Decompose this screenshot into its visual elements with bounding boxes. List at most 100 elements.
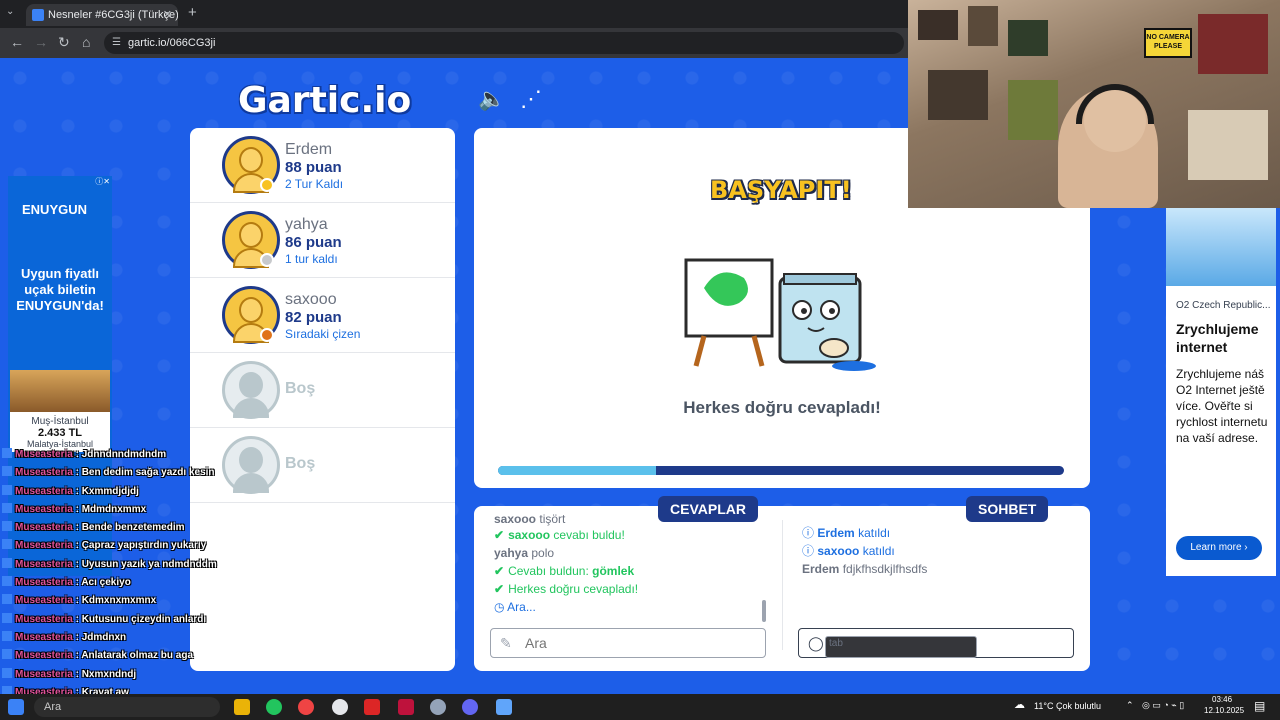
home-icon[interactable]: ⌂ (82, 34, 90, 50)
chat-badge-icon (2, 667, 12, 678)
new-tab-icon[interactable]: + (188, 4, 197, 21)
right-ad-banner[interactable]: O2 Czech Republic... Zrychlujeme interne… (1166, 208, 1276, 576)
stream-chat-message: Museasteria : Acı çekiyo (2, 574, 242, 592)
site-info-icon[interactable]: ☰ (112, 32, 121, 54)
stream-chat-message: Museasteria : Ben dedim sağa yazdı kesin (2, 464, 242, 482)
start-icon[interactable] (8, 699, 24, 715)
chat-badge-icon (2, 521, 12, 532)
check-icon: ✔ (494, 582, 505, 596)
player-row: yahya 86 puan 1 tur kaldı (190, 203, 455, 278)
notepad-icon[interactable] (496, 699, 512, 715)
opera-icon[interactable] (298, 699, 314, 715)
headphones-icon (1076, 84, 1154, 124)
player-score: 86 puan (285, 234, 342, 251)
reload-icon[interactable]: ↻ (58, 34, 70, 51)
answers-list: saxooo tişört ✔ saxooo cevabı buldu! yahy… (494, 514, 764, 616)
chrome-icon[interactable] (266, 699, 282, 715)
chat-badge-icon (2, 649, 12, 660)
round-message: Herkes doğru cevapladı! (683, 398, 881, 417)
tray-icons[interactable]: ◎ ▭ ◔ ⌁ ▯ (1142, 700, 1184, 711)
chat-badge-icon (2, 612, 12, 623)
empty-avatar-icon (222, 361, 280, 419)
chat-badge-icon (2, 630, 12, 641)
obs-icon[interactable] (332, 699, 348, 715)
ad-source: O2 Czech Republic... (1176, 300, 1271, 311)
browser-tab[interactable]: Nesneler #6CG3ji (Türkçe) - Ga ✕ (26, 4, 178, 26)
info-icon: ⓘ (802, 544, 815, 558)
pencil-icon: ✎ (500, 635, 512, 651)
answer-input-field[interactable]: ✎ (490, 628, 766, 658)
forward-icon[interactable]: → (34, 34, 48, 50)
ad-brand: ENUYGUN (22, 202, 88, 217)
ad-tagline: Uygun fiyatlı uçak biletin ENUYGUN'da! (16, 266, 104, 313)
webcam-overlay: NO CAMERA PLEASE (908, 0, 1280, 208)
chat-badge-icon (2, 466, 12, 477)
list-item: ⓘ saxooo katıldı (802, 544, 895, 558)
ad-choices-icon[interactable]: ⓘ✕ (8, 176, 112, 186)
ad-city-image (10, 370, 110, 412)
stream-chat-message: Museasteria : Kxmmdjdjdj (2, 483, 242, 501)
back-icon[interactable]: ← (10, 34, 24, 50)
stream-chat-overlay: Museasteria : Jdnndnndmdndm Museasteria :… (2, 446, 242, 720)
tab-key-hint: tab (825, 636, 977, 658)
notification-icon[interactable]: ▤ (1254, 699, 1265, 713)
taskbar: Ara ☁ 11°C Çok bulutlu ⌃ ◎ ▭ ◔ ⌁ ▯ 03:46… (0, 694, 1280, 720)
ad-learn-more-button[interactable]: Learn more › (1176, 536, 1262, 560)
chat-badge-icon (2, 448, 12, 458)
player-status: 2 Tur Kaldı (285, 177, 344, 191)
chat-input-field[interactable]: ◯ tab (798, 628, 1074, 658)
taskbar-search[interactable]: Ara (34, 697, 220, 717)
speech-bubble-icon: ◯ (808, 635, 824, 651)
stream-chat-message: Museasteria : Kutusunu çizeydin anlardı (2, 611, 242, 629)
player-name: yahya (285, 216, 328, 233)
list-item: ✔ saxooo cevabı buldu! (494, 528, 625, 542)
list-item: ✔ Cevabı buldun: gömlek (494, 564, 635, 578)
gartic-favicon-icon (32, 9, 44, 21)
answers-scrollbar[interactable] (762, 600, 766, 622)
app-icon[interactable] (430, 699, 446, 715)
address-bar[interactable]: ☰ gartic.io/066CG3ji (104, 32, 904, 54)
close-tab-icon[interactable]: ✕ (163, 4, 172, 26)
player-row: Erdem 88 puan 2 Tur Kaldı (190, 128, 455, 203)
stream-chat-message: Museasteria : Uyusun yazık ya ndmdnddm (2, 556, 242, 574)
file-explorer-icon[interactable] (234, 699, 250, 715)
weather-text[interactable]: 11°C Çok bulutlu (1034, 701, 1101, 711)
chat-badge-icon (2, 539, 12, 550)
stream-chat-message: Museasteria : Çapraz yapıştırdın yukarıy (2, 537, 242, 555)
share-icon[interactable]: ⋰ (520, 86, 542, 112)
info-icon: ⓘ (802, 526, 815, 540)
list-item: ⓘ Erdem katıldı (802, 526, 891, 540)
round-progress-bar (498, 466, 1064, 475)
stream-chat-message: Museasteria : Mdmdnxmmx (2, 501, 242, 519)
check-icon: ✔ (494, 564, 505, 578)
gartic-logo: Gartic.io (238, 80, 412, 121)
masterpiece-illustration (684, 258, 876, 371)
chat-badge-icon (2, 484, 12, 495)
chat-badge-icon (2, 502, 12, 513)
panel-divider (782, 520, 783, 650)
stream-chat-message: Museasteria : Bende benzetemedim (2, 519, 242, 537)
tray-chevron-icon[interactable]: ⌃ (1126, 700, 1134, 711)
clock-time[interactable]: 03:46 (1212, 695, 1232, 704)
ad-router-image (1166, 208, 1276, 286)
discord-icon[interactable] (462, 699, 478, 715)
player-name: Erdem (285, 141, 333, 158)
round-result-title: BAŞYAPIT! (710, 176, 852, 204)
app-icon[interactable] (398, 699, 414, 715)
sound-icon[interactable]: 🔈 (478, 86, 505, 112)
chat-badge-icon (2, 576, 12, 587)
clock-date[interactable]: 12.10.2025 (1204, 706, 1244, 715)
address-bar-url: gartic.io/066CG3ji (128, 37, 216, 49)
browser-tab-title: Nesneler #6CG3ji (Türkçe) - Ga (48, 9, 178, 21)
app-icon[interactable] (364, 699, 380, 715)
list-item: ✔ Herkes doğru cevapladı! (494, 582, 639, 596)
player-name: saxooo (285, 291, 337, 308)
chat-badge-icon (2, 594, 12, 605)
player-badge (260, 328, 274, 342)
tab-chat[interactable]: SOHBET (966, 496, 1049, 522)
tab-search-icon[interactable]: ⌄ (6, 6, 14, 17)
list-item: saxooo tişört (494, 514, 566, 526)
answer-input[interactable] (491, 629, 765, 657)
stream-chat-message: Museasteria : Kdmxnxmxmnx (2, 592, 242, 610)
weather-icon[interactable]: ☁ (1014, 698, 1025, 711)
